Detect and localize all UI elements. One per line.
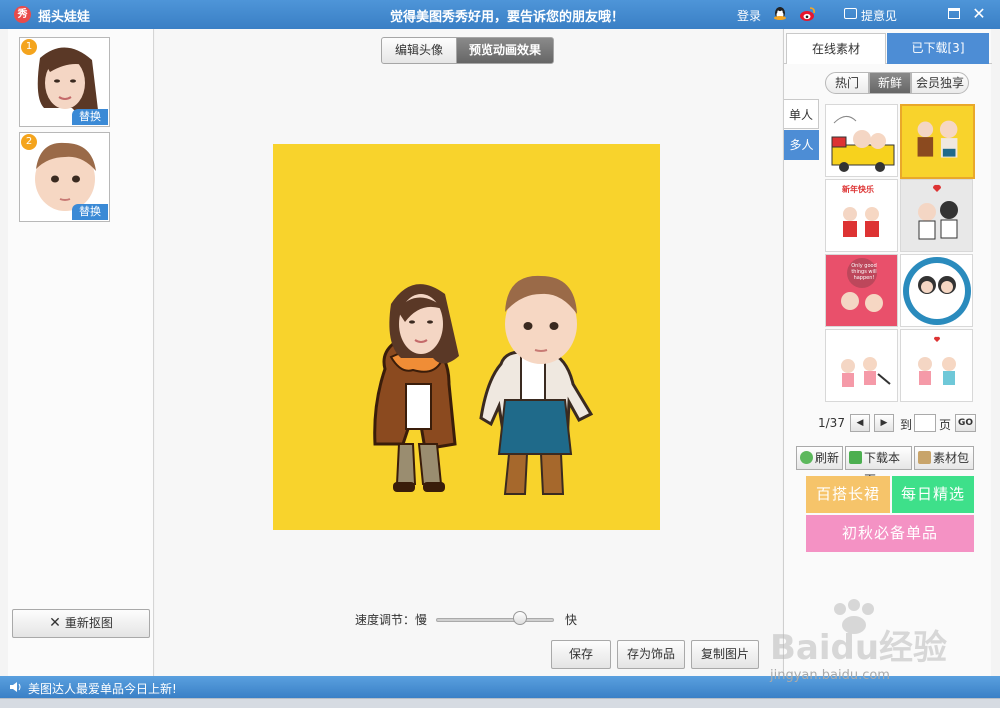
material-thumb[interactable] [825,104,898,177]
download-arrow-icon [849,451,862,464]
material-thumb-selected[interactable] [900,104,975,179]
save-button[interactable]: 保存 [551,640,611,669]
app-window: 秀 摇头娃娃 觉得美图秀秀好用，要告诉您的朋友哦！ 登录 提意见 ✕ 1 替换 … [0,0,1000,708]
material-thumb[interactable] [900,179,973,252]
page-number-input[interactable] [914,414,936,432]
weibo-icon[interactable] [799,6,816,22]
save-as-accessory-button[interactable]: 存为饰品 [617,640,685,669]
title-slogan: 觉得美图秀秀好用，要告诉您的朋友哦！ [390,10,625,25]
title-bar: 秀 摇头娃娃 觉得美图秀秀好用，要告诉您的朋友哦！ 登录 提意见 ✕ [0,0,1000,29]
qq-icon[interactable] [772,6,788,23]
face-number-badge: 1 [21,39,37,55]
two-characters-thumb [902,106,973,177]
taskbar-strip [0,698,1000,708]
speaker-icon [10,682,21,692]
page-suffix-label: 页 [939,418,952,432]
face-card-2[interactable]: 2 替换 [19,132,110,222]
love-couple-thumb [918,184,958,240]
download-page-button[interactable]: 下载本页 [845,446,912,487]
material-pack-label: 素材包 [933,451,970,465]
replace-button[interactable]: 替换 [72,109,108,125]
side-tab-multi[interactable]: 多人 [784,130,819,160]
face-card-1[interactable]: 1 替换 [19,37,110,127]
material-thumb[interactable] [900,329,973,402]
cartoon-kids-thumb [841,357,891,387]
prev-page-icon[interactable]: ◀ [850,414,870,432]
material-panel: 在线素材 已下载[3] 热门 新鲜 会员独享 单人 多人 新年快乐 Only g… [783,29,992,676]
goto-label: 到 [900,418,913,432]
face-number-badge: 2 [21,134,37,150]
speed-slider-thumb[interactable] [513,611,527,625]
tab-online-materials[interactable]: 在线素材 [786,33,886,64]
material-thumb[interactable] [825,329,898,402]
material-thumb[interactable]: 新年快乐 [825,179,898,252]
dancing-kids-thumb [918,336,956,385]
tab-edit-avatar[interactable]: 编辑头像 [381,37,457,64]
material-thumb[interactable]: Only good things will happen! [825,254,898,327]
tab-downloaded[interactable]: 已下载[3] [887,33,989,64]
bobblehead-characters-illustration [273,144,660,530]
replace-button[interactable]: 替换 [72,204,108,220]
next-page-icon[interactable]: ▶ [874,414,894,432]
circle-frame-thumb [903,257,971,325]
watermark-brand: Baidu经验 [770,628,947,668]
promo-banner-daily-picks[interactable]: 每日精选 [892,476,974,513]
side-tab-single[interactable]: 单人 [784,99,819,129]
go-button[interactable]: GO [955,414,976,432]
feedback-icon[interactable] [844,8,857,19]
app-title: 摇头娃娃 [38,10,91,25]
maximize-icon[interactable] [948,8,960,19]
status-message[interactable]: 美图达人最爱单品今日上新! [28,680,177,697]
material-pack-button[interactable]: 素材包 [914,446,974,470]
app-logo-icon: 秀 [14,6,31,23]
login-link[interactable]: 登录 [737,7,761,24]
package-icon [918,451,931,464]
filter-hot[interactable]: 热门 [825,72,869,94]
rescan-cutout-button[interactable]: ✕ 重新抠图 [12,609,150,638]
refresh-icon [800,451,813,464]
train-characters-thumb [831,116,895,172]
page-info: 1/37 [818,416,845,430]
preview-workspace: 编辑头像 预览动画效果 速度调节：慢 快 保存 存为饰品 复制图片 [155,29,782,676]
speed-slider-track[interactable] [436,618,554,622]
close-icon[interactable]: ✕ [970,4,988,24]
refresh-button[interactable]: 刷新 [796,446,843,470]
feedback-link[interactable]: 提意见 [861,7,897,24]
copy-image-button[interactable]: 复制图片 [691,640,759,669]
refresh-label: 刷新 [815,451,840,465]
thumb-caption: Only good things will happen! [851,263,877,281]
face-list-panel: 1 替换 2 替换 ✕ 重新抠图 [8,29,154,676]
speed-fast-label: 快 [565,613,578,627]
filter-vip[interactable]: 会员独享 [911,72,969,94]
rescan-label: 重新抠图 [64,616,113,630]
filter-new[interactable]: 新鲜 [869,72,911,94]
thumb-caption: 新年快乐 [842,185,874,194]
promo-banner-autumn-items[interactable]: 初秋必备单品 [806,515,974,552]
promo-banner-long-skirt[interactable]: 百搭长裙 [806,476,890,513]
watermark-url: jingyan.baidu.com [770,668,890,683]
material-thumb[interactable] [900,254,973,327]
animation-preview-canvas [273,144,660,530]
close-x-icon: ✕ [49,615,61,631]
tab-preview-animation[interactable]: 预览动画效果 [456,37,554,64]
speed-slow-label: 速度调节：慢 [355,613,428,627]
